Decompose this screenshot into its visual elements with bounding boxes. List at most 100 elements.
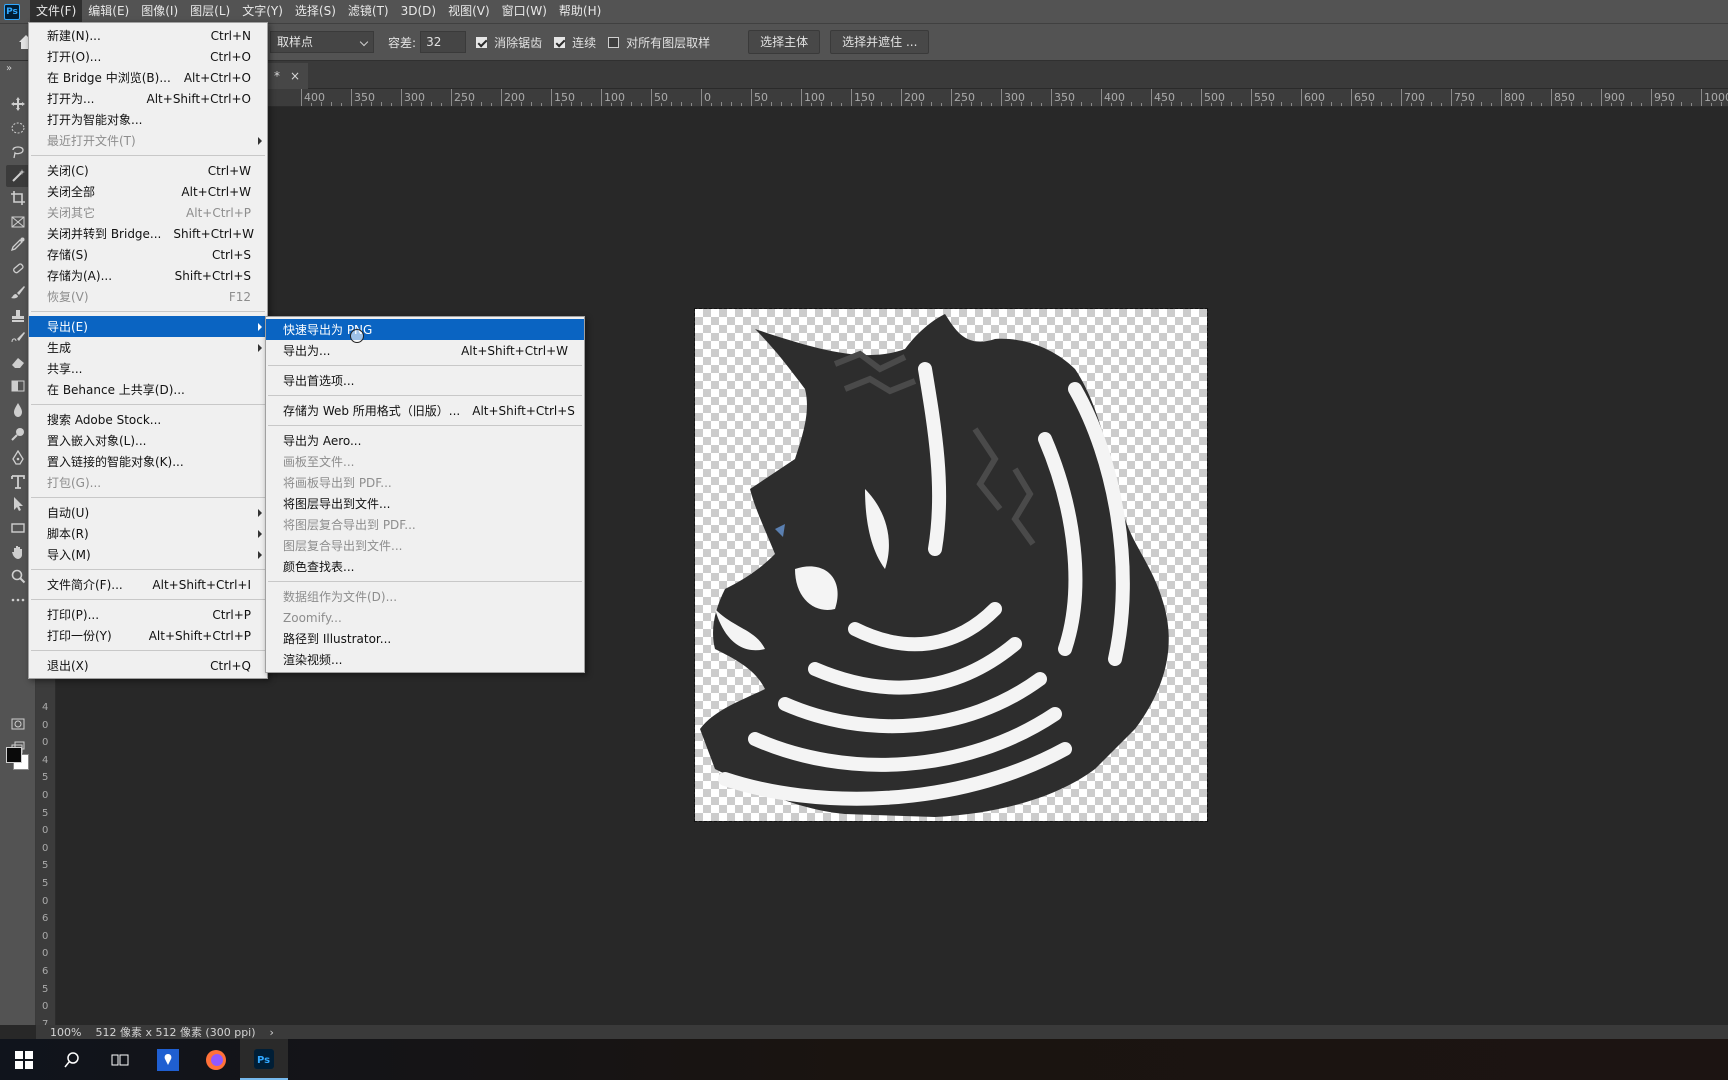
export-menu-item[interactable]: 快速导出为 PNG (266, 319, 584, 340)
move-icon[interactable] (6, 93, 30, 115)
firefox-icon[interactable] (192, 1039, 240, 1080)
ruler-tick-label: 800 (1504, 91, 1525, 104)
photoshop-icon[interactable]: Ps (240, 1039, 288, 1080)
magic-wand-icon[interactable] (6, 165, 30, 187)
select-subject-button[interactable]: 选择主体 (748, 30, 821, 54)
file-menu-item[interactable]: 关闭全部 Alt+Ctrl+W (29, 181, 267, 202)
file-menu-item[interactable]: 打开(O)... Ctrl+O (29, 46, 267, 67)
export-menu-item[interactable]: 路径到 Illustrator... (266, 628, 584, 649)
file-menu-item[interactable]: 打印(P)... Ctrl+P (29, 604, 267, 625)
menu-0[interactable]: 文件(F) (30, 0, 83, 23)
sample-all-check-icon[interactable] (608, 36, 620, 48)
sample-all-layers-checkbox[interactable]: 对所有图层取样 (608, 34, 710, 51)
export-menu-item[interactable]: 导出为... Alt+Shift+Ctrl+W (266, 340, 584, 361)
sample-size-select[interactable]: 取样点 (270, 31, 375, 53)
file-menu-item[interactable]: 搜索 Adobe Stock... (29, 409, 267, 430)
frame-icon[interactable] (6, 211, 30, 233)
ruler-minor-tick (931, 102, 932, 106)
file-menu-item[interactable]: 新建(N)... Ctrl+N (29, 25, 267, 46)
file-menu-item[interactable]: 置入嵌入对象(L)... (29, 430, 267, 451)
menu-6[interactable]: 滤镜(T) (342, 0, 395, 23)
document-tab[interactable]: * × (266, 63, 309, 89)
maps-app-icon[interactable] (144, 1039, 192, 1080)
menu-item-shortcut: Alt+Shift+Ctrl+S (472, 403, 575, 418)
path-select-icon[interactable] (6, 493, 30, 515)
antialias-check-icon[interactable] (476, 36, 488, 48)
menu-2[interactable]: 图像(I) (135, 0, 184, 23)
close-icon[interactable]: × (290, 63, 300, 89)
eraser-icon[interactable] (6, 351, 30, 373)
horizontal-ruler[interactable]: 400 350 300 250 200 150 100 50 0 50 100 150 200 250 30… (56, 89, 1728, 107)
antialias-checkbox[interactable]: 消除锯齿 (476, 34, 542, 51)
select-and-mask-button[interactable]: 选择并遮住 ... (830, 30, 930, 54)
zoom-level[interactable]: 100% (50, 1026, 81, 1039)
file-menu-item[interactable]: 打开为智能对象... (29, 109, 267, 130)
export-menu-item: 画板至文件... (266, 451, 584, 472)
file-menu-item[interactable]: 导出(E) (29, 316, 267, 337)
export-menu-item[interactable]: 导出首选项... (266, 370, 584, 391)
blur-icon[interactable] (6, 399, 30, 421)
menu-9[interactable]: 窗口(W) (496, 0, 553, 23)
hand-icon[interactable] (6, 541, 30, 563)
windows-start-icon[interactable] (0, 1039, 48, 1080)
contiguous-check-icon[interactable] (554, 36, 566, 48)
search-icon[interactable] (48, 1039, 96, 1080)
stamp-icon[interactable] (6, 305, 30, 327)
eyedropper-icon[interactable] (6, 233, 30, 255)
pen-icon[interactable] (6, 447, 30, 469)
crop-icon[interactable] (6, 187, 30, 209)
export-menu-item[interactable]: 导出为 Aero... (266, 430, 584, 451)
ruler-tick (451, 89, 452, 106)
contiguous-checkbox[interactable]: 连续 (554, 34, 596, 51)
tolerance-input[interactable]: 32 (420, 31, 467, 53)
menu-8[interactable]: 视图(V) (442, 0, 496, 23)
file-menu-item[interactable]: 存储(S) Ctrl+S (29, 244, 267, 265)
menu-3[interactable]: 图层(L) (184, 0, 236, 23)
export-menu-item[interactable]: 渲染视频... (266, 649, 584, 670)
ruler-minor-tick (1131, 102, 1132, 106)
file-menu-item[interactable]: 存储为(A)... Shift+Ctrl+S (29, 265, 267, 286)
menu-1[interactable]: 编辑(E) (82, 0, 135, 23)
lasso-icon[interactable] (6, 141, 30, 163)
document-canvas[interactable] (694, 308, 1208, 822)
menu-5[interactable]: 选择(S) (289, 0, 342, 23)
brush-icon[interactable] (6, 281, 30, 303)
zoom-icon[interactable] (6, 565, 30, 587)
file-menu-item[interactable]: 导入(M) (29, 544, 267, 565)
rectangle-icon[interactable] (6, 517, 30, 539)
quick-mask-icon[interactable] (6, 713, 30, 735)
file-menu-item[interactable]: 自动(U) (29, 502, 267, 523)
menu-10[interactable]: 帮助(H) (553, 0, 607, 23)
export-menu-item[interactable]: 将图层导出到文件... (266, 493, 584, 514)
file-menu-item[interactable]: 退出(X) Ctrl+Q (29, 655, 267, 676)
menu-7[interactable]: 3D(D) (395, 0, 442, 23)
status-more-icon[interactable]: › (270, 1026, 274, 1039)
file-menu-item[interactable]: 打开为... Alt+Shift+Ctrl+O (29, 88, 267, 109)
file-menu-item[interactable]: 生成 (29, 337, 267, 358)
menu-4[interactable]: 文字(Y) (236, 0, 289, 23)
file-menu-item[interactable]: 在 Behance 上共享(D)... (29, 379, 267, 400)
file-menu-item[interactable]: 置入链接的智能对象(K)... (29, 451, 267, 472)
marquee-icon[interactable] (6, 117, 30, 139)
type-icon[interactable] (6, 471, 30, 493)
file-menu-item[interactable]: 关闭并转到 Bridge... Shift+Ctrl+W (29, 223, 267, 244)
file-menu-item[interactable]: 打印一份(Y) Alt+Shift+Ctrl+P (29, 625, 267, 646)
panel-collapse-icon[interactable]: » (6, 63, 12, 74)
file-menu-item[interactable]: 共享... (29, 358, 267, 379)
file-menu-item[interactable]: 脚本(R) (29, 523, 267, 544)
more-tools-icon[interactable] (6, 589, 30, 611)
history-brush-icon[interactable] (6, 327, 30, 349)
gradient-icon[interactable] (6, 375, 30, 397)
foreground-color-swatch[interactable] (6, 747, 22, 763)
menu-item-label: 共享... (47, 362, 83, 376)
file-menu-item[interactable]: 关闭(C) Ctrl+W (29, 160, 267, 181)
export-menu-item[interactable]: 颜色查找表... (266, 556, 584, 577)
photoshop-logo-icon[interactable]: Ps (4, 3, 20, 20)
export-menu-item[interactable]: 存储为 Web 所用格式（旧版）... Alt+Shift+Ctrl+S (266, 400, 584, 421)
menu-item-label: 恢复(V) (47, 290, 89, 304)
file-menu-item[interactable]: 在 Bridge 中浏览(B)... Alt+Ctrl+O (29, 67, 267, 88)
task-view-icon[interactable] (96, 1039, 144, 1080)
dodge-icon[interactable] (6, 423, 30, 445)
healing-icon[interactable] (6, 257, 30, 279)
file-menu-item[interactable]: 文件简介(F)... Alt+Shift+Ctrl+I (29, 574, 267, 595)
